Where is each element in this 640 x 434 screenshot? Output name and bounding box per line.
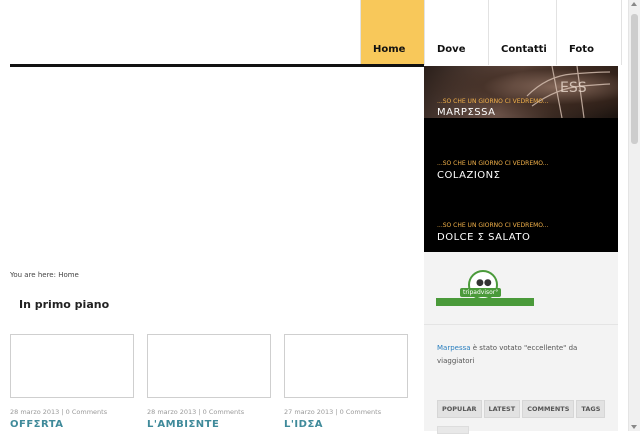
vote-text: Marpessa è stato votato "eccellente" da … — [437, 342, 607, 368]
promo-marpessa[interactable]: ESS ...SO CHE UN GIORNO CI VEDREMO... MA… — [424, 66, 618, 118]
post-meta: 28 marzo 2013 | 0 Comments — [147, 408, 245, 416]
nav-item-home[interactable]: Home — [360, 0, 424, 65]
promo-title: COLAZIONΣ — [437, 170, 501, 180]
main-nav: Home Dove Contatti Foto — [360, 0, 622, 65]
promo-title: DOLCE Σ SALATO — [437, 232, 531, 243]
page-scrollbar[interactable] — [628, 0, 640, 431]
tab-comments[interactable]: COMMENTS — [522, 400, 575, 418]
sidebar-tabs: POPULAR LATEST COMMENTS TAGS — [437, 400, 606, 418]
sidebar: ESS ...SO CHE UN GIORNO CI VEDREMO... MA… — [424, 66, 618, 434]
post-card[interactable]: 28 marzo 2013 | 0 Comments OFFΣRTA — [10, 334, 134, 430]
tab-latest[interactable]: LATEST — [483, 400, 521, 418]
header-divider — [10, 64, 424, 67]
post-thumbnail[interactable] — [147, 334, 271, 398]
post-title-link[interactable]: OFFΣRTA — [10, 419, 134, 430]
promo-kicker: ...SO CHE UN GIORNO CI VEDREMO... — [437, 98, 549, 105]
post-thumbnail[interactable] — [10, 334, 134, 398]
post-title-link[interactable]: L'AMBIΣNTE — [147, 419, 271, 430]
nav-item-contatti[interactable]: Contatti — [488, 0, 556, 65]
nav-item-dove[interactable]: Dove — [424, 0, 488, 65]
nav-item-foto[interactable]: Foto — [556, 0, 622, 65]
promo-kicker: ...SO CHE UN GIORNO CI VEDREMO... — [437, 160, 549, 167]
tripadvisor-widget[interactable]: ●● tripadvisor° — [424, 252, 618, 325]
promo-photo: ESS — [526, 66, 611, 118]
post-card[interactable]: 27 marzo 2013 | 0 Comments L'IDΣA — [284, 334, 408, 430]
vote-brand-link[interactable]: Marpessa — [437, 344, 471, 352]
scroll-thumb[interactable] — [631, 14, 638, 144]
scroll-down-icon[interactable] — [631, 425, 637, 429]
section-title: In primo piano — [19, 298, 110, 311]
breadcrumb: You are here: Home — [10, 271, 79, 279]
promo-kicker: ...SO CHE UN GIORNO CI VEDREMO... — [437, 222, 549, 229]
post-thumbnail[interactable] — [284, 334, 408, 398]
svg-text:ESS: ESS — [560, 80, 587, 96]
tripadvisor-logo-text: tripadvisor° — [460, 288, 502, 297]
tab-content-thumb — [437, 426, 469, 434]
promo-colazione[interactable]: ...SO CHE UN GIORNO CI VEDREMO... COLAZI… — [424, 118, 618, 180]
post-card[interactable]: 28 marzo 2013 | 0 Comments L'AMBIΣNTE — [147, 334, 271, 430]
promo-dolce-salato[interactable]: ...SO CHE UN GIORNO CI VEDREMO... DOLCE … — [424, 180, 618, 252]
scroll-up-icon[interactable] — [631, 2, 637, 6]
post-meta: 27 marzo 2013 | 0 Comments — [284, 408, 382, 416]
promo-title: MARPΣSSA — [437, 107, 496, 118]
post-title-link[interactable]: L'IDΣA — [284, 419, 408, 430]
post-meta: 28 marzo 2013 | 0 Comments — [10, 408, 108, 416]
tab-popular[interactable]: POPULAR — [437, 400, 482, 418]
tab-tags[interactable]: TAGS — [576, 400, 606, 418]
